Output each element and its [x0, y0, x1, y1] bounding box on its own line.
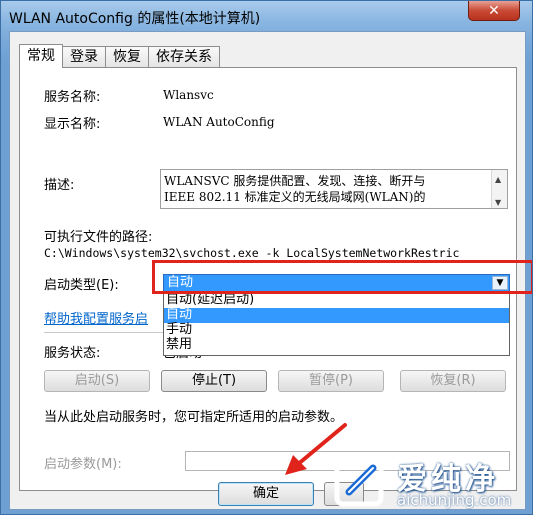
- close-icon: ✕: [488, 2, 500, 19]
- option-manual[interactable]: 手动: [164, 323, 509, 338]
- option-auto-delayed[interactable]: 自动(延迟启动): [164, 293, 509, 308]
- pause-button[interactable]: 暂停(P): [278, 370, 384, 392]
- description-line-1: WLANSVC 服务提供配置、发现、连接、断开与: [164, 174, 426, 188]
- start-params-label: 启动参数(M):: [44, 457, 122, 472]
- general-panel: 服务名称: Wlansvc 显示名称: WLAN AutoConfig 描述: …: [19, 67, 532, 491]
- start-button[interactable]: 启动(S): [44, 370, 150, 392]
- path-value: C:\Windows\system32\svchost.exe -k Local…: [44, 246, 460, 260]
- resume-button[interactable]: 恢复(R): [400, 370, 506, 392]
- display-name-label: 显示名称:: [44, 117, 101, 132]
- tab-general[interactable]: 常规: [19, 44, 63, 68]
- tab-logon[interactable]: 登录: [62, 46, 106, 68]
- description-label: 描述:: [44, 178, 75, 193]
- description-line-2: IEEE 802.11 标准定义的无线局域网(WLAN)的: [164, 190, 426, 204]
- close-button[interactable]: ✕: [468, 1, 520, 21]
- highlight-frame: [152, 260, 532, 294]
- startup-type-label: 启动类型(E):: [44, 278, 119, 293]
- option-auto[interactable]: 自动: [164, 308, 509, 323]
- scroll-up-icon[interactable]: ▲: [495, 172, 501, 188]
- display-name-value: WLAN AutoConfig: [163, 115, 275, 129]
- watermark-logo-icon: [334, 457, 384, 507]
- watermark: 爱纯净 aichunjing.com: [333, 454, 529, 512]
- tab-dependencies[interactable]: 依存关系: [148, 46, 220, 68]
- service-name-label: 服务名称:: [44, 90, 101, 105]
- scroll-down-icon[interactable]: ▼: [495, 195, 501, 208]
- startup-type-dropdown: 自动(延迟启动) 自动 手动 禁用: [163, 292, 510, 356]
- description-box[interactable]: WLANSVC 服务提供配置、发现、连接、断开与 IEEE 802.11 标准定…: [160, 169, 508, 209]
- ok-button[interactable]: 确定: [218, 482, 314, 506]
- stop-button[interactable]: 停止(T): [161, 370, 267, 392]
- tab-strip: 常规 登录 恢复 依存关系: [19, 44, 220, 68]
- properties-window: WLAN AutoConfig 的属性(本地计算机) ✕ 常规 登录 恢复 依存…: [0, 0, 533, 515]
- service-name-value: Wlansvc: [163, 88, 214, 102]
- option-disabled[interactable]: 禁用: [164, 338, 509, 353]
- help-configure-link[interactable]: 帮助我配置服务启: [44, 308, 148, 327]
- tab-recovery[interactable]: 恢复: [105, 46, 149, 68]
- service-status-label: 服务状态:: [44, 346, 101, 361]
- dialog-client: 常规 登录 恢复 依存关系 服务名称: Wlansvc 显示名称: WLAN A…: [9, 31, 532, 510]
- window-title: WLAN AutoConfig 的属性(本地计算机): [9, 11, 261, 27]
- path-label: 可执行文件的路径:: [44, 230, 153, 245]
- watermark-url: aichunjing.com: [397, 491, 512, 509]
- description-scrollbar[interactable]: ▲ ▼: [491, 170, 507, 208]
